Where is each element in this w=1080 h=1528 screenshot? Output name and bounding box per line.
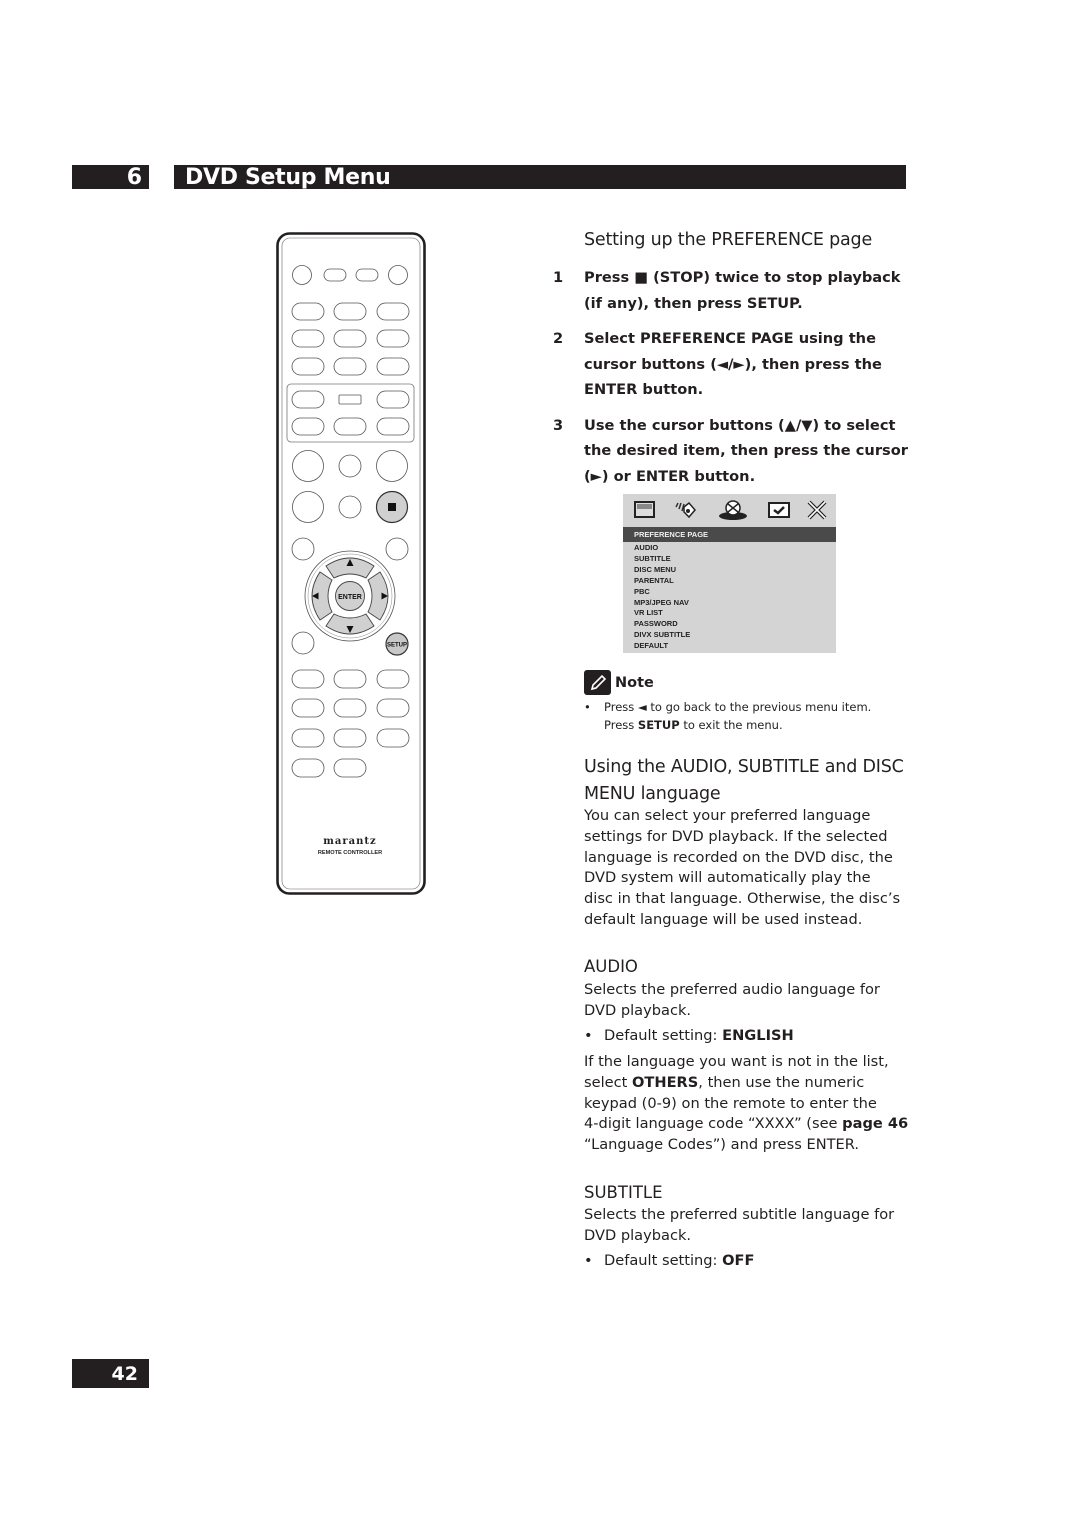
osd-menu-item-pbc: PBC [634, 586, 650, 596]
osd-menu-item-vr-list: VR LIST [634, 608, 663, 618]
step-item: 2 Select PREFERENCE PAGE using the curso… [553, 326, 913, 403]
preference-section-title: Setting up the PREFERENCE page [584, 230, 873, 250]
note-label: Note [615, 674, 654, 691]
general-setup-icon [634, 501, 655, 518]
osd-menu-item-subtitle: SUBTITLE [634, 553, 671, 563]
step-text: Use the cursor buttons (▲/▼) to select t… [584, 416, 908, 485]
osd-menu-item-password: PASSWORD [634, 619, 678, 629]
osd-menu-item-audio: AUDIO [634, 543, 659, 552]
note-line-2: Press SETUP to exit the menu. [604, 717, 783, 732]
step-number: 2 [553, 330, 564, 347]
subtitle-default-setting: • Default setting: OFF [584, 1252, 755, 1269]
preference-disc-icon [719, 500, 747, 520]
preference-steps: 1 Press ■ (STOP) twice to stop playback … [553, 265, 913, 499]
power-button [292, 265, 312, 285]
audio-description: Selects the preferred audio language for… [584, 981, 880, 1019]
remote-control-illustration: ENTER SETUP marantz REMOTE CONTROLLER [276, 232, 426, 895]
osd-preference-screen: PREFERENCE PAGE AUDIO SUBTITLE DISC MENU… [623, 494, 836, 653]
page-reference-link: page 46 [842, 1115, 909, 1133]
chapter-title: DVD Setup Menu [174, 165, 906, 190]
step-number: 1 [553, 269, 564, 286]
svg-text:SETUP: SETUP [387, 643, 407, 649]
language-paragraph: You can select your preferred language s… [584, 807, 901, 928]
audio-setup-icon [675, 501, 696, 519]
subtitle-default-value: OFF [722, 1252, 755, 1269]
osd-menu-list: AUDIO SUBTITLE DISC MENU PARENTAL PBC MP… [634, 543, 690, 652]
svg-text:REMOTE CONTROLLER: REMOTE CONTROLLER [318, 850, 382, 856]
osd-page-title: PREFERENCE PAGE [623, 527, 836, 542]
note-line-1: Press ◄ to go back to the previous menu … [604, 700, 872, 714]
svg-text:ENTER: ENTER [338, 594, 362, 601]
step-text: Press ■ (STOP) twice to stop playback (i… [584, 269, 901, 312]
osd-menu-item-mp3-jpeg-nav: MP3/JPEG NAV [634, 597, 689, 607]
audio-heading: AUDIO [584, 957, 638, 976]
exit-x-icon [807, 500, 827, 520]
subtitle-description: Selects the preferred subtitle language … [584, 1206, 895, 1244]
audio-default-setting: • Default setting: ENGLISH [584, 1027, 794, 1044]
svg-text:marantz: marantz [323, 836, 376, 847]
pencil-icon [584, 670, 611, 695]
osd-menu-item-parental: PARENTAL [634, 575, 674, 585]
bullet: • [584, 700, 591, 714]
note-header: Note [584, 670, 654, 695]
audio-default-value: ENGLISH [722, 1027, 794, 1044]
note-body: • Press ◄ to go back to the previous men… [584, 699, 904, 734]
step-item: 1 Press ■ (STOP) twice to stop playback … [553, 265, 913, 316]
audio-others-paragraph: If the language you want is not in the l… [584, 1053, 909, 1154]
page-number: 42 [72, 1359, 149, 1388]
step-number: 3 [553, 416, 564, 434]
osd-menu-item-disc-menu: DISC MENU [634, 564, 677, 574]
osd-menu-item-divx-subtitle: DIVX SUBTITLE [634, 630, 691, 640]
step-text: Select PREFERENCE PAGE using the cursor … [584, 330, 882, 398]
language-section-title: Using the AUDIO, SUBTITLE and DISC MENU … [584, 757, 904, 804]
subtitle-heading: SUBTITLE [584, 1183, 663, 1202]
chapter-number: 6 [72, 165, 149, 190]
step-item: 3 Use the cursor buttons (▲/▼) to select… [553, 413, 913, 490]
password-check-icon [768, 502, 790, 518]
osd-icon-bar [623, 494, 836, 526]
osd-menu-item-default: DEFAULT [634, 641, 669, 651]
